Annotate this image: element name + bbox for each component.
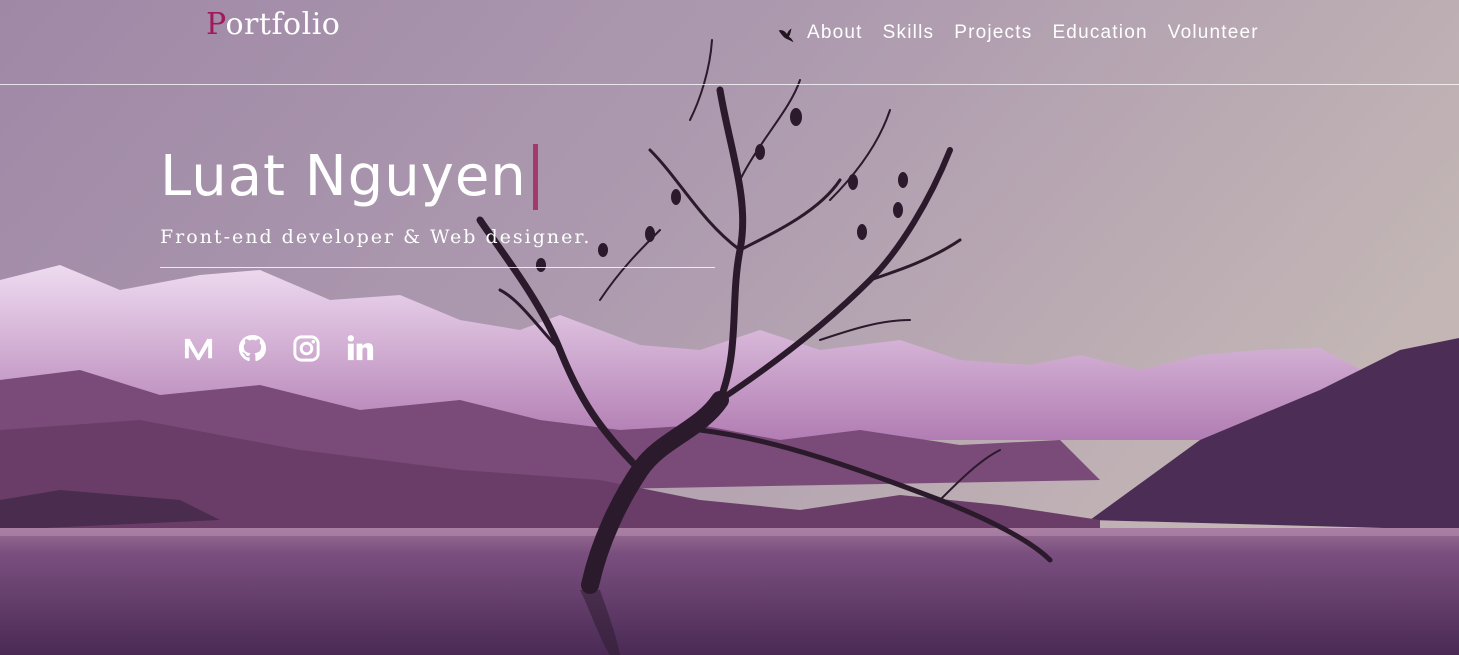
nav-education[interactable]: Education bbox=[1052, 22, 1147, 44]
instagram-icon[interactable] bbox=[291, 333, 322, 364]
typing-cursor bbox=[532, 144, 538, 210]
nav-about[interactable]: About bbox=[807, 22, 863, 44]
header-divider bbox=[0, 84, 1459, 85]
hero-name-text: Luat Nguyen bbox=[160, 144, 527, 209]
main-nav: About Skills Projects Education Voluntee… bbox=[776, 20, 1279, 45]
hero-background-image bbox=[0, 0, 1459, 655]
logo-first-letter: P bbox=[206, 7, 226, 42]
social-links bbox=[183, 333, 376, 364]
hero-name: Luat Nguyen bbox=[160, 144, 538, 210]
logo-text: ortfolio bbox=[225, 7, 341, 42]
nav-skills[interactable]: Skills bbox=[883, 22, 935, 44]
linkedin-icon[interactable] bbox=[345, 333, 376, 364]
bird-icon bbox=[776, 23, 798, 45]
hero-subtitle: Front-end developer & Web designer. bbox=[160, 226, 592, 248]
medium-icon[interactable] bbox=[183, 333, 214, 364]
nav-projects[interactable]: Projects bbox=[954, 22, 1032, 44]
github-icon[interactable] bbox=[237, 333, 268, 364]
hero-divider bbox=[160, 267, 715, 268]
nav-volunteer[interactable]: Volunteer bbox=[1168, 22, 1259, 44]
site-logo[interactable]: Portfolio bbox=[206, 7, 340, 42]
